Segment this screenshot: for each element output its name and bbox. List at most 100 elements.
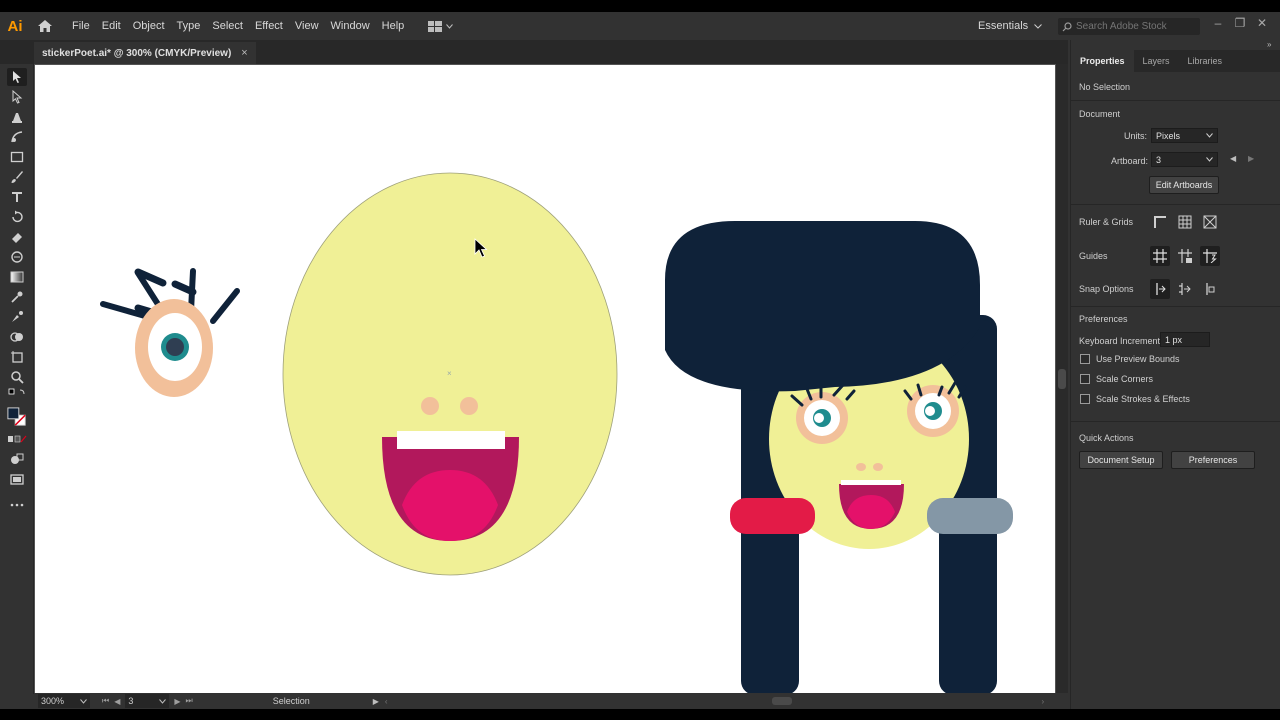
workspace-switcher[interactable]: Essentials (978, 12, 1042, 40)
prev-artboard-arrow-icon[interactable]: ◀ (1230, 154, 1236, 163)
close-window-icon[interactable]: ✕ (1256, 16, 1268, 30)
chevron-down-icon (446, 23, 454, 29)
preferences-button[interactable]: Preferences (1171, 451, 1255, 469)
zoom-level-field[interactable]: 300% (38, 694, 90, 708)
artboard-tool-icon[interactable] (7, 348, 27, 366)
search-stock-input[interactable] (1076, 21, 1194, 32)
next-artboard-icon[interactable]: ▶ (174, 697, 180, 706)
home-icon[interactable] (34, 15, 56, 37)
warp-tool-icon[interactable] (7, 248, 27, 266)
drawing-mode-icon[interactable] (7, 450, 27, 468)
blend-tool-icon[interactable] (7, 308, 27, 326)
artboard-number-field[interactable]: 3 (125, 694, 170, 708)
scale-strokes-effects-checkbox[interactable]: Scale Strokes & Effects (1080, 394, 1190, 404)
scale-corners-checkbox[interactable]: Scale Corners (1080, 374, 1153, 384)
first-artboard-icon[interactable]: ⏮ (102, 696, 109, 706)
face-sticker[interactable]: × (282, 172, 618, 576)
menu-help[interactable]: Help (376, 12, 411, 40)
edit-toolbar-icon[interactable] (7, 496, 27, 514)
document-tab[interactable]: stickerPoet.ai* @ 300% (CMYK/Preview) × (34, 42, 256, 64)
girl-teeth (841, 480, 901, 485)
menu-edit[interactable]: Edit (96, 12, 127, 40)
eyedropper-tool-icon[interactable] (7, 288, 27, 306)
rotate-tool-icon[interactable] (7, 208, 27, 226)
default-colors-icon[interactable] (7, 388, 27, 398)
screen-mode-icon[interactable] (7, 470, 27, 488)
checkbox-box[interactable] (1080, 374, 1090, 384)
restore-icon[interactable]: ❐ (1234, 16, 1246, 30)
show-guides-icon[interactable] (1150, 246, 1170, 266)
snap-to-pixel-icon[interactable] (1200, 279, 1220, 299)
curvature-tool-icon[interactable] (7, 128, 27, 146)
ruler-grids-label: Ruler & Grids (1079, 217, 1134, 227)
units-select[interactable]: Pixels (1151, 128, 1218, 143)
close-tab-icon[interactable]: × (241, 47, 247, 59)
ruler-icon[interactable] (1150, 212, 1170, 232)
eraser-tool-icon[interactable] (7, 228, 27, 246)
snap-to-point-icon[interactable] (1150, 279, 1170, 299)
document-tab-title: stickerPoet.ai* @ 300% (CMYK/Preview) (42, 47, 232, 59)
smart-guides-icon[interactable] (1200, 246, 1220, 266)
grid-icon[interactable] (1175, 212, 1195, 232)
horizontal-scrollbar[interactable] (392, 696, 1042, 706)
menu-view[interactable]: View (289, 12, 325, 40)
selection-tool-icon[interactable] (7, 68, 27, 86)
hair-band-left (730, 498, 815, 534)
tab-libraries[interactable]: Libraries (1179, 50, 1232, 72)
menu-type[interactable]: Type (171, 12, 207, 40)
rectangle-tool-icon[interactable] (7, 148, 27, 166)
zoom-level: 300% (41, 696, 65, 706)
panel-collapse-icon[interactable]: » (1267, 40, 1279, 49)
scroll-right-icon[interactable]: › (1042, 697, 1045, 706)
document-setup-button[interactable]: Document Setup (1079, 451, 1163, 469)
checkbox-box[interactable] (1080, 354, 1090, 364)
center-point-mark: × (447, 369, 452, 378)
shape-builder-tool-icon[interactable] (7, 328, 27, 346)
fill-stroke-swatch[interactable] (7, 404, 27, 430)
gradient-tool-icon[interactable] (7, 268, 27, 286)
edit-artboards-button[interactable]: Edit Artboards (1149, 176, 1219, 194)
minimize-icon[interactable]: – (1212, 16, 1224, 30)
direct-selection-tool-icon[interactable] (7, 88, 27, 106)
zoom-tool-icon[interactable] (7, 368, 27, 386)
checkbox-box[interactable] (1080, 394, 1090, 404)
type-tool-icon[interactable] (7, 188, 27, 206)
tab-layers[interactable]: Layers (1134, 50, 1179, 72)
last-artboard-icon[interactable]: ⏭ (186, 696, 193, 706)
tab-properties[interactable]: Properties (1071, 50, 1134, 72)
prev-artboard-icon[interactable]: ◀ (114, 697, 120, 706)
transparency-grid-icon[interactable] (1200, 212, 1220, 232)
menu-window[interactable]: Window (325, 12, 376, 40)
search-icon (1062, 21, 1072, 31)
letterbox-top (0, 0, 1280, 12)
paintbrush-tool-icon[interactable] (7, 168, 27, 186)
vertical-scrollbar[interactable] (1056, 64, 1068, 693)
menu-effect[interactable]: Effect (249, 12, 289, 40)
artboard[interactable]: × (35, 65, 1055, 693)
eye-sticker[interactable] (100, 268, 240, 397)
vertical-scroll-thumb[interactable] (1058, 369, 1066, 389)
lock-guides-icon[interactable] (1175, 246, 1195, 266)
scroll-left-icon[interactable]: ‹ (385, 697, 388, 706)
status-menu-arrow-icon[interactable]: ▶ (373, 697, 379, 706)
hair-top (665, 221, 980, 392)
next-artboard-arrow-icon[interactable]: ▶ (1248, 154, 1254, 163)
snap-to-grid-icon[interactable] (1175, 279, 1195, 299)
use-preview-bounds-checkbox[interactable]: Use Preview Bounds (1080, 354, 1180, 364)
document-tab-bar: stickerPoet.ai* @ 300% (CMYK/Preview) × (0, 40, 1068, 64)
girl-sticker[interactable] (665, 221, 1013, 693)
chevron-down-icon (159, 698, 167, 704)
arrange-documents-button[interactable] (428, 16, 458, 36)
quick-actions-title: Quick Actions (1079, 433, 1134, 443)
horizontal-scroll-thumb[interactable] (771, 697, 792, 705)
menu-select[interactable]: Select (206, 12, 249, 40)
menu-file[interactable]: File (66, 12, 96, 40)
canvas-area[interactable]: × (34, 64, 1056, 693)
search-stock-field[interactable] (1058, 18, 1200, 35)
color-mode-icon[interactable] (7, 434, 27, 444)
menu-object[interactable]: Object (127, 12, 171, 40)
pen-tool-icon[interactable] (7, 108, 27, 126)
chevron-down-icon (1034, 23, 1042, 29)
keyboard-increment-input[interactable]: 1 px (1160, 332, 1210, 347)
artboard-select[interactable]: 3 (1151, 152, 1218, 167)
